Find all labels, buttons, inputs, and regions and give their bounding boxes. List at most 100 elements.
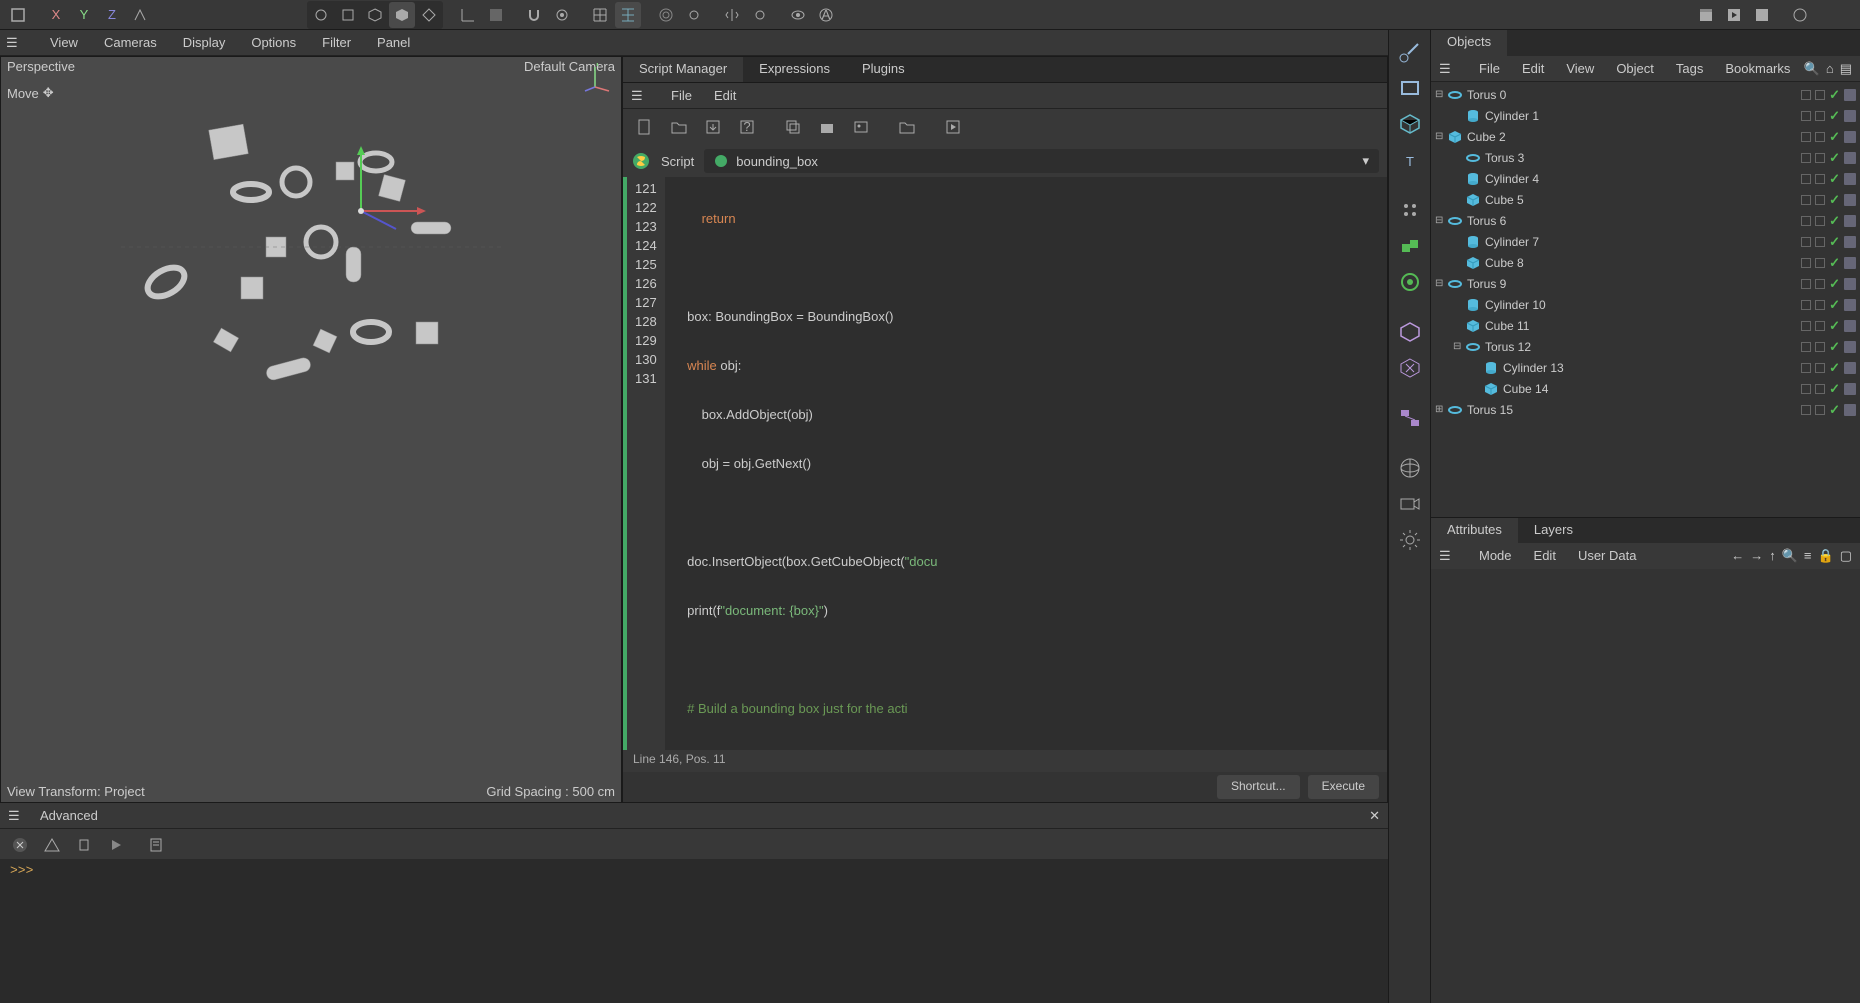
- obj-menu-file[interactable]: File: [1475, 58, 1504, 79]
- script-menu-edit[interactable]: Edit: [710, 85, 740, 106]
- snap-gear-icon[interactable]: [549, 2, 575, 28]
- tree-row[interactable]: Cube 5✓: [1431, 189, 1860, 210]
- obj-menu-bookmarks[interactable]: Bookmarks: [1721, 58, 1794, 79]
- attr-menu-userdata[interactable]: User Data: [1574, 545, 1641, 566]
- warning-icon[interactable]: [38, 831, 66, 859]
- tree-row[interactable]: ⊟Torus 12✓: [1431, 336, 1860, 357]
- tree-row[interactable]: Cylinder 1✓: [1431, 105, 1860, 126]
- visibility-icon[interactable]: [785, 2, 811, 28]
- particle-icon[interactable]: [1394, 194, 1426, 226]
- vp-orbit-icon[interactable]: ⟲: [1798, 0, 1824, 4]
- download-icon[interactable]: [699, 113, 727, 141]
- object-flags[interactable]: ✓: [1801, 108, 1856, 124]
- object-flags[interactable]: ✓: [1801, 171, 1856, 187]
- image-icon[interactable]: [847, 113, 875, 141]
- vp-frame-icon[interactable]: ▭: [1828, 0, 1854, 4]
- object-flags[interactable]: ✓: [1801, 150, 1856, 166]
- tree-row[interactable]: Cube 11✓: [1431, 315, 1860, 336]
- hamburger-icon[interactable]: ☰: [6, 35, 24, 51]
- play-icon[interactable]: [1721, 2, 1747, 28]
- object-name[interactable]: Cube 2: [1467, 130, 1801, 144]
- obj-menu-object[interactable]: Object: [1612, 58, 1658, 79]
- effector-icon[interactable]: [1394, 266, 1426, 298]
- code-content[interactable]: return box: BoundingBox = BoundingBox() …: [665, 177, 946, 750]
- expand-toggle[interactable]: ⊞: [1435, 404, 1447, 415]
- object-name[interactable]: Torus 9: [1467, 277, 1801, 291]
- object-flags[interactable]: ✓: [1801, 129, 1856, 145]
- home-icon[interactable]: [5, 2, 31, 28]
- tree-row[interactable]: ⊟Torus 0✓: [1431, 84, 1860, 105]
- search-icon[interactable]: 🔍: [1804, 61, 1820, 77]
- axis-z-button[interactable]: Z: [99, 2, 125, 28]
- close-icon[interactable]: ✕: [1369, 808, 1380, 824]
- rectangle-icon[interactable]: [1394, 72, 1426, 104]
- console-output[interactable]: >>>: [0, 859, 1388, 1003]
- object-flags[interactable]: ✓: [1801, 381, 1856, 397]
- filter-icon[interactable]: ≡: [1804, 548, 1812, 564]
- object-name[interactable]: Cylinder 4: [1485, 172, 1801, 186]
- workplane-grid-icon[interactable]: [587, 2, 613, 28]
- prim-cube-wire-icon[interactable]: [335, 2, 361, 28]
- symmetry-gear-icon[interactable]: [747, 2, 773, 28]
- new-file-icon[interactable]: [631, 113, 659, 141]
- object-name[interactable]: Torus 0: [1467, 88, 1801, 102]
- object-name[interactable]: Torus 6: [1467, 214, 1801, 228]
- doc-icon[interactable]: [142, 831, 170, 859]
- tab-plugins[interactable]: Plugins: [846, 57, 921, 82]
- lock-icon[interactable]: 🔒: [1818, 548, 1834, 564]
- hamburger-icon[interactable]: ☰: [1439, 61, 1457, 77]
- menu-options[interactable]: Options: [247, 32, 300, 53]
- object-flags[interactable]: ✓: [1801, 213, 1856, 229]
- prim-hex-icon[interactable]: [362, 2, 388, 28]
- camera-icon[interactable]: [1394, 488, 1426, 520]
- tree-row[interactable]: ⊟Torus 9✓: [1431, 273, 1860, 294]
- expand-toggle[interactable]: ⊟: [1453, 341, 1465, 352]
- tab-attributes[interactable]: Attributes: [1431, 518, 1518, 543]
- gear-icon[interactable]: [681, 2, 707, 28]
- prim-cube-solid-icon[interactable]: [389, 2, 415, 28]
- clapper-small-icon[interactable]: [813, 113, 841, 141]
- obj-menu-edit[interactable]: Edit: [1518, 58, 1548, 79]
- obj-menu-tags[interactable]: Tags: [1672, 58, 1707, 79]
- tab-objects[interactable]: Objects: [1431, 30, 1507, 56]
- execute-button[interactable]: Execute: [1308, 775, 1379, 799]
- object-flags[interactable]: ✓: [1801, 360, 1856, 376]
- tree-row[interactable]: Cube 14✓: [1431, 378, 1860, 399]
- menu-cameras[interactable]: Cameras: [100, 32, 161, 53]
- hamburger-icon[interactable]: ☰: [631, 88, 649, 104]
- back-icon[interactable]: ←: [1731, 548, 1744, 564]
- tree-row[interactable]: Cylinder 10✓: [1431, 294, 1860, 315]
- folder-camera-icon[interactable]: [893, 113, 921, 141]
- object-flags[interactable]: ✓: [1801, 87, 1856, 103]
- object-name[interactable]: Cylinder 10: [1485, 298, 1801, 312]
- field-icon[interactable]: [1394, 352, 1426, 384]
- play-square-icon[interactable]: [939, 113, 967, 141]
- tree-row[interactable]: Cube 8✓: [1431, 252, 1860, 273]
- object-flags[interactable]: ✓: [1801, 255, 1856, 271]
- copy-icon[interactable]: [779, 113, 807, 141]
- globe-icon[interactable]: [1394, 452, 1426, 484]
- tree-row[interactable]: ⊞Torus 15✓: [1431, 399, 1860, 420]
- object-flags[interactable]: ✓: [1801, 318, 1856, 334]
- tab-expressions[interactable]: Expressions: [743, 57, 846, 82]
- text-icon[interactable]: T: [1394, 144, 1426, 176]
- expand-toggle[interactable]: ⊟: [1435, 131, 1447, 142]
- object-name[interactable]: Cube 11: [1485, 319, 1801, 333]
- object-name[interactable]: Cylinder 1: [1485, 109, 1801, 123]
- object-flags[interactable]: ✓: [1801, 234, 1856, 250]
- up-icon[interactable]: ↑: [1769, 548, 1776, 564]
- spline-pen-icon[interactable]: [1394, 36, 1426, 68]
- annotation-icon[interactable]: A: [813, 2, 839, 28]
- object-name[interactable]: Torus 3: [1485, 151, 1801, 165]
- tree-row[interactable]: ⊟Torus 6✓: [1431, 210, 1860, 231]
- vp-zoom-icon[interactable]: ⇕: [1768, 0, 1794, 4]
- symmetry-icon[interactable]: [719, 2, 745, 28]
- object-flags[interactable]: ✓: [1801, 339, 1856, 355]
- expand-toggle[interactable]: ⊟: [1435, 278, 1447, 289]
- magnet-icon[interactable]: [521, 2, 547, 28]
- clear-icon[interactable]: [6, 831, 34, 859]
- maximize-icon[interactable]: ▢: [1840, 548, 1852, 564]
- transform-gizmo-icon[interactable]: [351, 141, 441, 231]
- clapper-icon[interactable]: [1693, 2, 1719, 28]
- home-small-icon[interactable]: ⌂: [1826, 61, 1834, 77]
